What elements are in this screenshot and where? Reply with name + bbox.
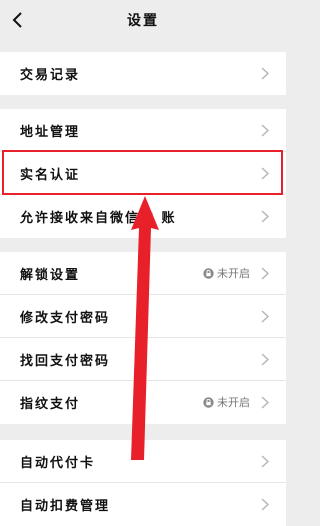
setting-row-transaction-records[interactable]: 交易记录 [0,52,286,95]
settings-group-4: 自动代付卡 自动扣费管理 [0,440,286,526]
status-text: 未开启 [217,396,250,409]
setting-row-auto-proxy-card[interactable]: 自动代付卡 [0,440,286,483]
setting-row-address-management[interactable]: 地址管理 [0,109,286,152]
chevron-right-icon [261,310,270,323]
settings-group-1: 交易记录 [0,52,286,95]
chevron-right-icon [261,124,270,137]
setting-label: 指纹支付 [20,397,81,412]
lock-icon [203,396,214,408]
setting-row-allow-wechat-transfers[interactable]: 允许接收来自微信的 账 [0,195,286,238]
highlight-box [2,150,283,195]
lock-icon [203,267,214,279]
page-title: 设置 [127,13,159,29]
chevron-right-icon [261,396,270,409]
chevron-right-icon [261,498,270,511]
chevron-right-icon [261,267,270,280]
chevron-right-icon [261,455,270,468]
status-indicator: 未开启 [203,394,250,410]
header: 设置 [0,0,286,40]
setting-label: 自动代付卡 [20,456,96,471]
setting-row-fingerprint-payment[interactable]: 指纹支付 未开启 [0,381,286,424]
chevron-right-icon [261,210,270,223]
chevron-right-icon [261,353,270,366]
setting-row-unlock-settings[interactable]: 解锁设置 未开启 [0,252,286,295]
settings-group-3: 解锁设置 未开启 修改支付密码 找回支付密码 指纹支付 未开启 [0,252,286,424]
setting-row-change-payment-password[interactable]: 修改支付密码 [0,295,286,338]
setting-label: 找回支付密码 [20,354,111,369]
setting-label: 地址管理 [20,125,81,140]
setting-label: 自动扣费管理 [20,499,111,514]
setting-row-auto-deduction-management[interactable]: 自动扣费管理 [0,483,286,526]
chevron-right-icon [261,67,270,80]
setting-label: 修改支付密码 [20,311,111,326]
setting-label: 允许接收来自微信的 账 [20,211,177,226]
setting-label: 交易记录 [20,68,81,83]
status-indicator: 未开启 [203,265,250,281]
setting-row-recover-payment-password[interactable]: 找回支付密码 [0,338,286,381]
setting-label: 解锁设置 [20,268,81,283]
status-text: 未开启 [217,267,250,280]
